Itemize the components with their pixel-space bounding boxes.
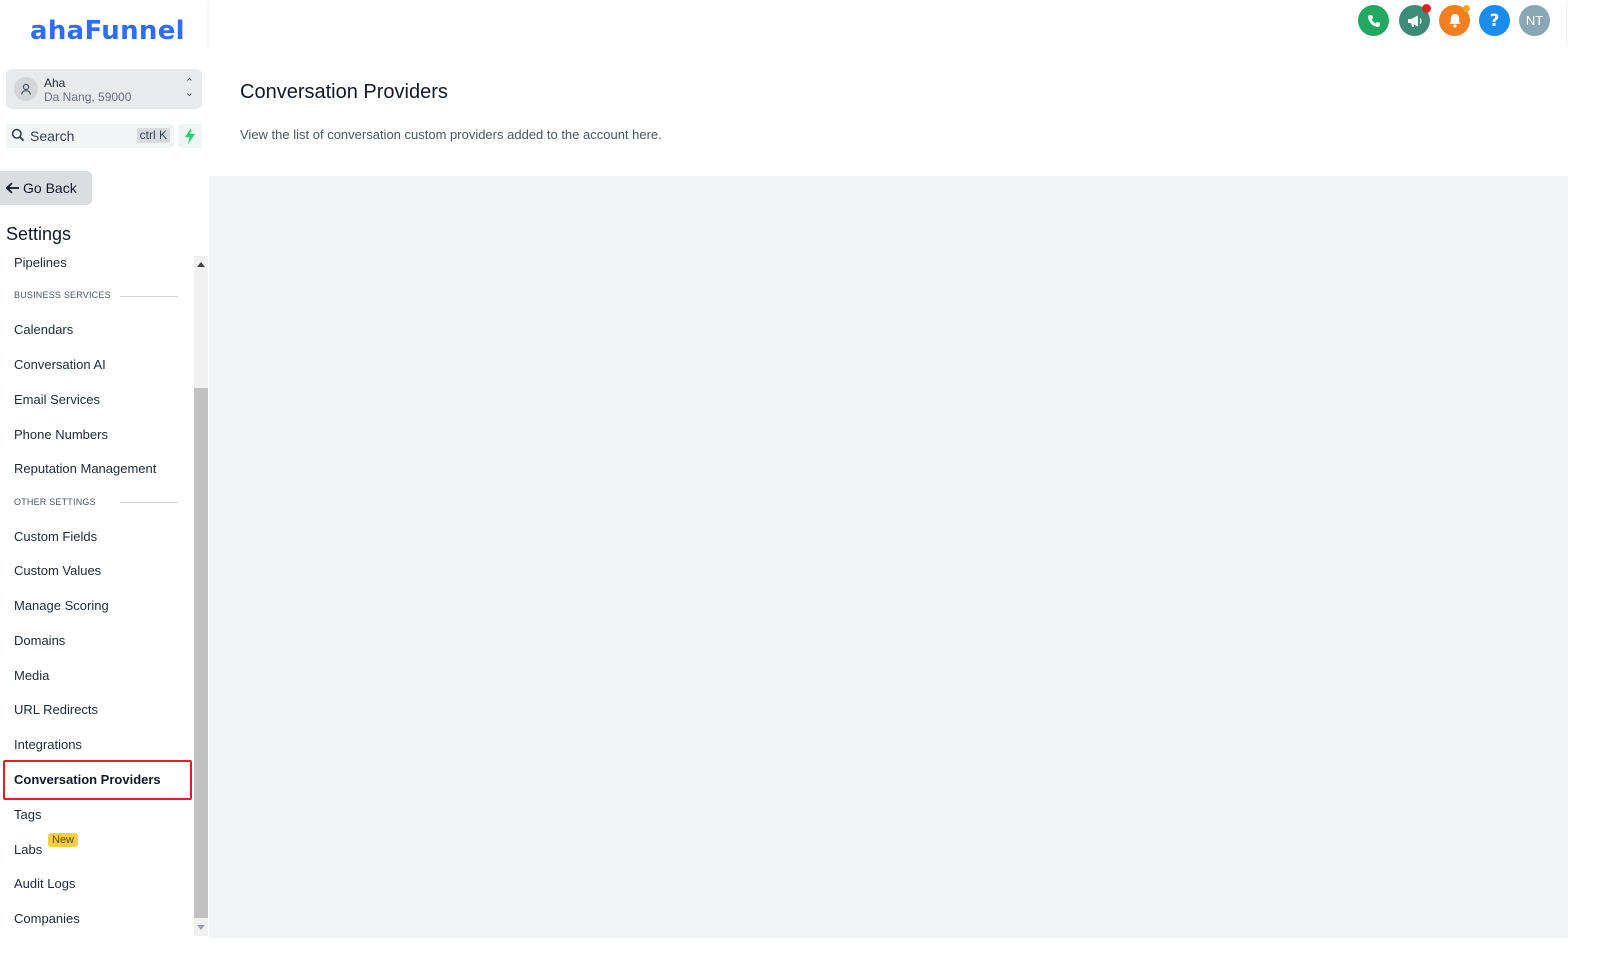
nav-item-phone-numbers[interactable]: Phone Numbers xyxy=(14,427,108,442)
page-title: Conversation Providers xyxy=(240,81,448,103)
chevron-updown-icon: ⌃ ⌄ xyxy=(184,77,194,99)
nav-item-email-services[interactable]: Email Services xyxy=(14,392,100,407)
page-margin xyxy=(1568,0,1600,957)
nav-item-conversation-providers[interactable]: Conversation Providers xyxy=(14,772,161,787)
page-subtitle: View the list of conversation custom pro… xyxy=(240,127,662,142)
scroll-down-arrow-icon[interactable] xyxy=(194,920,208,934)
avatar-initials: NT xyxy=(1525,13,1544,28)
top-bar: ? NT xyxy=(209,0,1566,47)
account-switcher[interactable]: Aha Da Nang, 59000 ⌃ ⌄ xyxy=(6,69,202,109)
help-icon: ? xyxy=(1489,10,1500,31)
nav-item-manage-scoring[interactable]: Manage Scoring xyxy=(14,598,109,613)
page-header: Conversation Providers View the list of … xyxy=(209,47,1568,176)
section-other-settings: OTHER SETTINGS xyxy=(14,497,96,507)
account-location: Da Nang, 59000 xyxy=(44,90,132,104)
arrow-left-icon xyxy=(6,182,19,194)
announcements-button[interactable] xyxy=(1399,4,1431,36)
labs-new-badge: New xyxy=(48,833,79,847)
nav-item-companies[interactable]: Companies xyxy=(14,911,80,926)
nav-item-integrations[interactable]: Integrations xyxy=(14,737,82,752)
nav-scrollbar-thumb[interactable] xyxy=(194,388,208,918)
nav-item-conversation-ai[interactable]: Conversation AI xyxy=(14,357,106,372)
nav-item-calendars[interactable]: Calendars xyxy=(14,322,73,337)
go-back-button[interactable]: Go Back xyxy=(0,171,92,205)
nav-item-url-redirects[interactable]: URL Redirects xyxy=(14,702,98,717)
app-root: ahaFunnel Aha Da Nang, 59000 ⌃ ⌄ Search c… xyxy=(0,0,1600,957)
section-business-services: BUSINESS SERVICES xyxy=(14,290,111,300)
phone-button[interactable] xyxy=(1358,5,1389,36)
bell-icon xyxy=(1448,14,1461,28)
sidebar: ahaFunnel Aha Da Nang, 59000 ⌃ ⌄ Search c… xyxy=(0,0,209,957)
brand-logo[interactable]: ahaFunnel xyxy=(30,16,185,46)
nav-item-labs[interactable]: Labs xyxy=(14,842,42,857)
search-shortcut: ctrl K xyxy=(136,128,170,143)
search-icon xyxy=(11,128,25,147)
section-divider xyxy=(120,502,178,503)
section-divider xyxy=(120,296,178,297)
nav-item-custom-values[interactable]: Custom Values xyxy=(14,563,101,578)
nav-item-pipelines[interactable]: Pipelines xyxy=(14,255,67,270)
user-avatar-button[interactable]: NT xyxy=(1519,5,1550,36)
settings-heading: Settings xyxy=(6,224,72,244)
account-avatar-icon xyxy=(14,77,38,101)
unread-dot xyxy=(1422,4,1431,13)
search-label: Search xyxy=(30,128,75,144)
scroll-up-arrow-icon[interactable] xyxy=(194,257,208,271)
search-box[interactable]: Search ctrl K xyxy=(6,124,174,148)
notifications-button[interactable] xyxy=(1439,5,1470,36)
go-back-label: Go Back xyxy=(23,180,77,196)
account-name: Aha xyxy=(44,76,66,90)
phone-icon xyxy=(1367,14,1380,27)
settings-nav: Pipelines BUSINESS SERVICES Calendars Co… xyxy=(0,248,193,936)
nav-item-media[interactable]: Media xyxy=(14,668,49,683)
help-button[interactable]: ? xyxy=(1479,5,1510,36)
nav-item-audit-logs[interactable]: Audit Logs xyxy=(14,876,75,891)
quick-actions-bolt-icon[interactable] xyxy=(178,124,202,148)
nav-item-reputation-management[interactable]: Reputation Management xyxy=(14,461,156,476)
content-area xyxy=(209,176,1568,938)
nav-item-tags[interactable]: Tags xyxy=(14,807,41,822)
nav-item-custom-fields[interactable]: Custom Fields xyxy=(14,529,97,544)
megaphone-icon xyxy=(1407,15,1422,27)
nav-item-domains[interactable]: Domains xyxy=(14,633,65,648)
notification-dot xyxy=(1463,5,1470,12)
